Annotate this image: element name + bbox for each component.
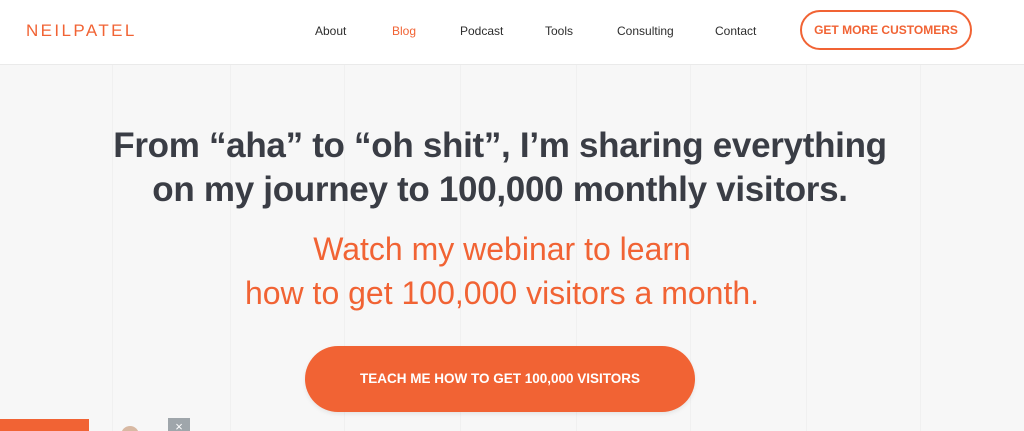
popup-tab[interactable] bbox=[0, 419, 89, 431]
subhead-line-2: how to get 100,000 visitors a month. bbox=[244, 275, 760, 311]
avatar bbox=[121, 426, 139, 431]
get-more-customers-button[interactable]: GET MORE CUSTOMERS bbox=[800, 10, 972, 50]
nav-item-consulting[interactable]: Consulting bbox=[617, 24, 674, 38]
nav-item-tools[interactable]: Tools bbox=[545, 24, 573, 38]
hero-subhead: Watch my webinar to learn how to get 100… bbox=[0, 227, 1004, 315]
hero-headline: From “aha” to “oh shit”, I’m sharing eve… bbox=[0, 124, 1000, 212]
site-header: NEILPATEL About Blog Podcast Tools Consu… bbox=[0, 0, 1024, 65]
nav-item-podcast[interactable]: Podcast bbox=[460, 24, 503, 38]
headline-line-2: on my journey to 100,000 monthly visitor… bbox=[152, 170, 848, 209]
subhead-line-1: Watch my webinar to learn bbox=[313, 231, 691, 267]
close-icon[interactable]: × bbox=[168, 418, 190, 431]
nav-item-contact[interactable]: Contact bbox=[715, 24, 756, 38]
headline-line-1: From “aha” to “oh shit”, I’m sharing eve… bbox=[113, 126, 887, 165]
nav-item-about[interactable]: About bbox=[315, 24, 346, 38]
nav-item-blog[interactable]: Blog bbox=[392, 24, 416, 38]
page: NEILPATEL About Blog Podcast Tools Consu… bbox=[0, 0, 1024, 431]
teach-me-button[interactable]: TEACH ME HOW TO GET 100,000 VISITORS bbox=[305, 346, 695, 412]
